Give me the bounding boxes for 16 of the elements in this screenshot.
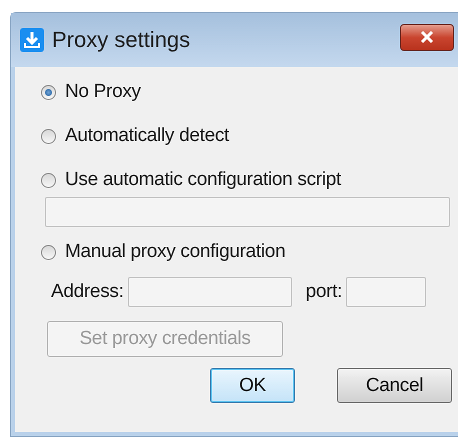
- cancel-button[interactable]: Cancel: [337, 368, 452, 403]
- download-icon: [20, 28, 44, 52]
- ok-button[interactable]: OK: [210, 368, 295, 403]
- option-label[interactable]: No Proxy: [65, 81, 141, 103]
- option-label[interactable]: Manual proxy configuration: [65, 241, 286, 263]
- radio-button[interactable]: [41, 244, 56, 260]
- radio-button[interactable]: [41, 128, 56, 144]
- window-title: Proxy settings: [52, 27, 192, 53]
- close-icon: [419, 31, 435, 43]
- field-label: port:: [306, 281, 342, 303]
- radio-button[interactable]: [41, 172, 56, 188]
- option-label[interactable]: Automatically detect: [65, 125, 230, 147]
- field-label: Address:: [51, 281, 124, 303]
- option-label[interactable]: Use automatic configuration script: [65, 169, 341, 191]
- close-button[interactable]: [400, 24, 454, 50]
- radio-button[interactable]: [41, 84, 56, 100]
